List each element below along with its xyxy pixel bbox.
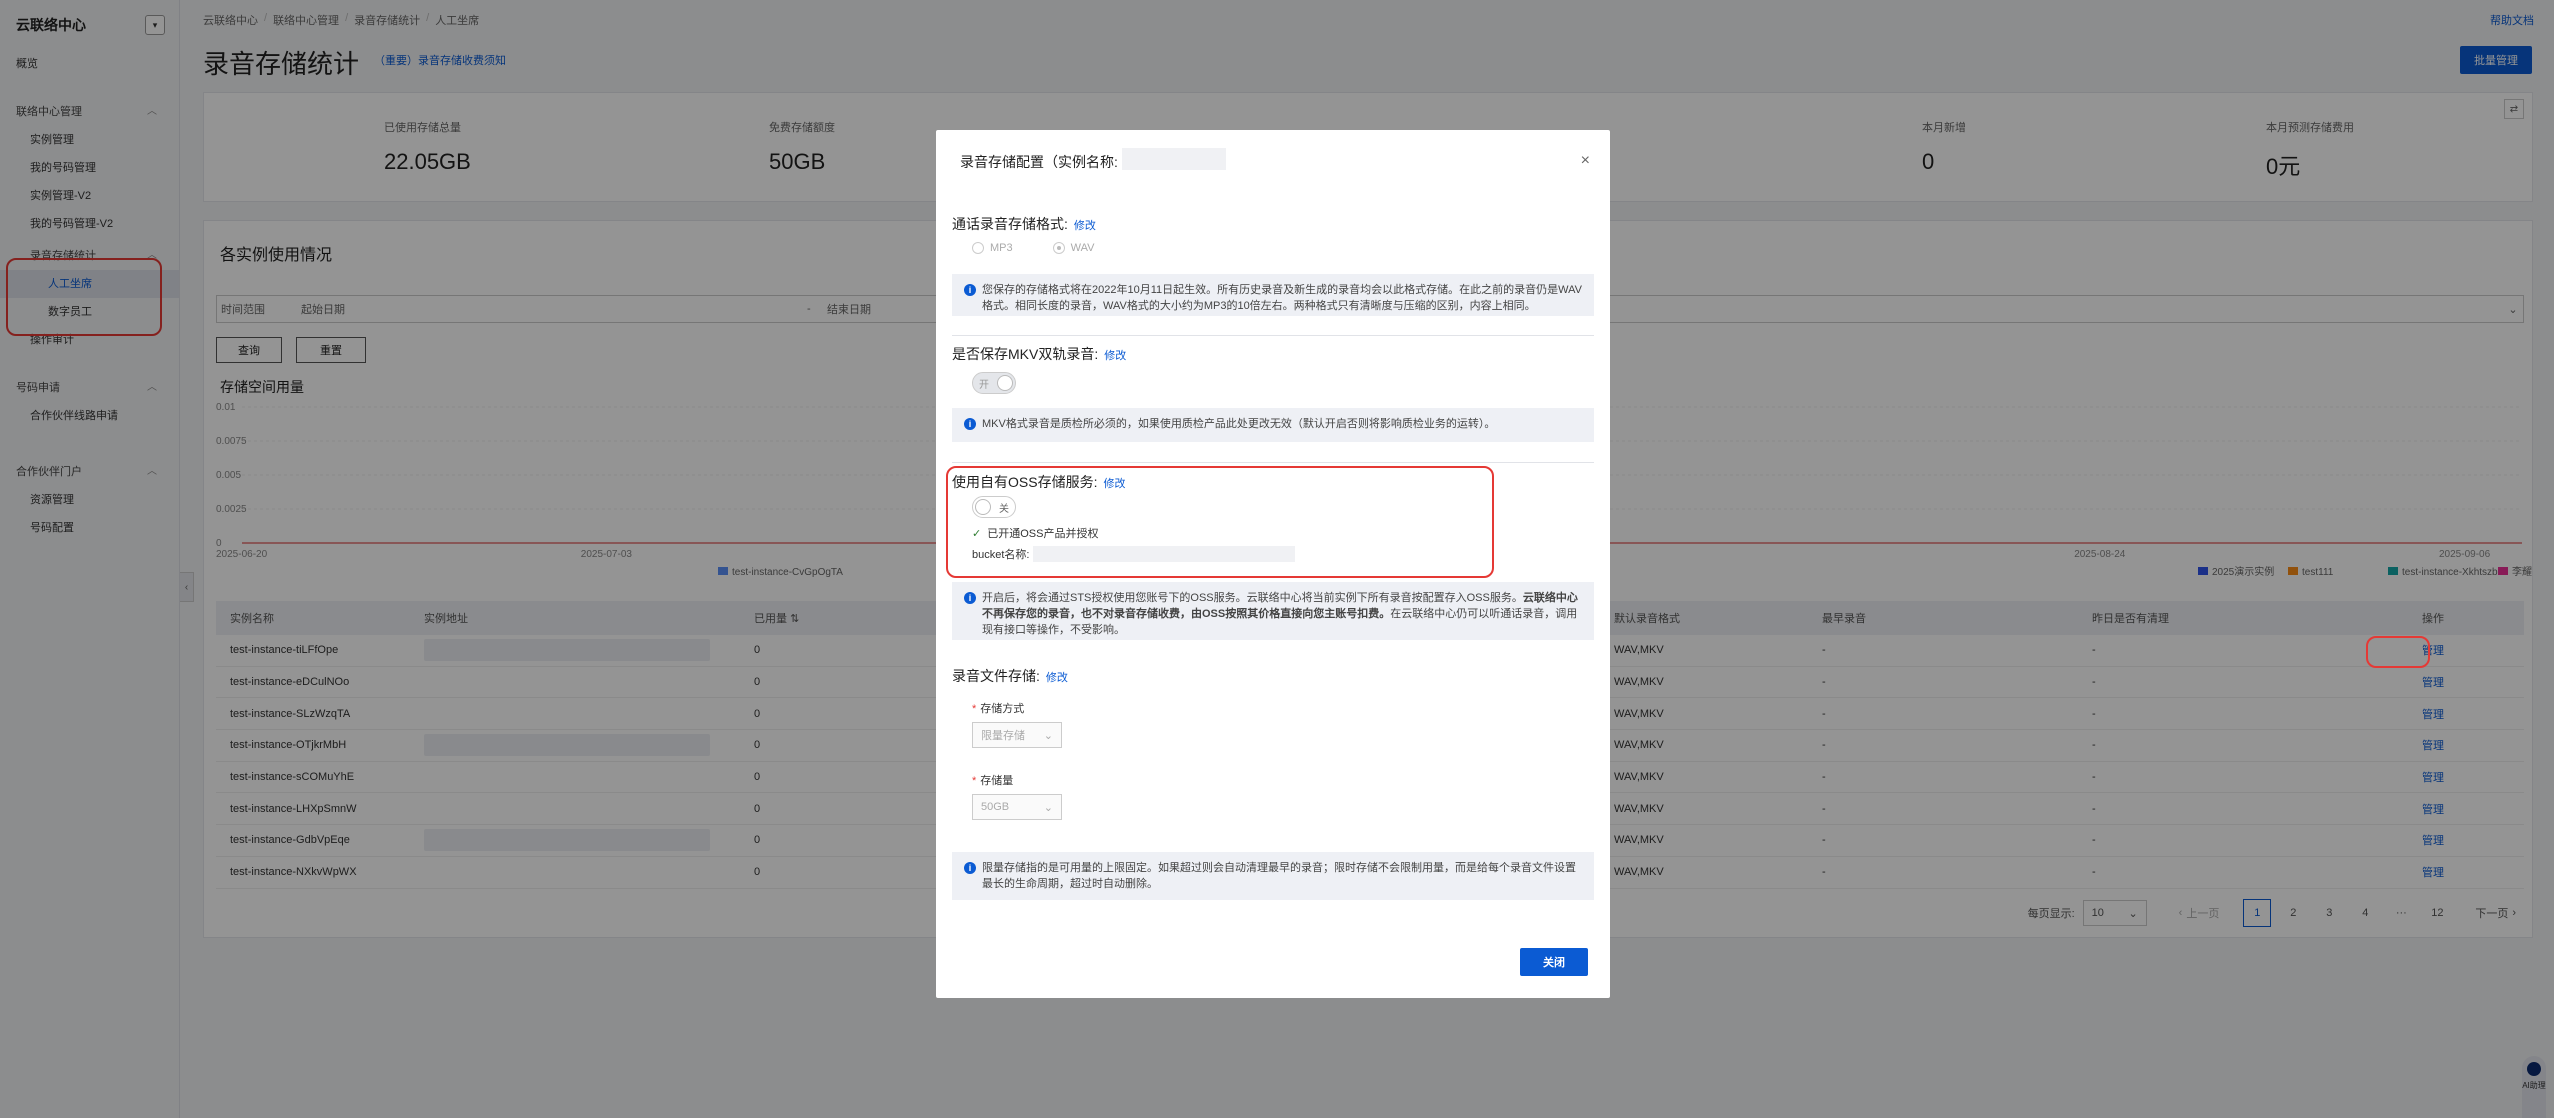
oss-info-text-1: 开启后，将会通过STS授权使用您账号下的OSS服务。云联络中心将当前实例下所有录… bbox=[982, 592, 1523, 604]
radio-wav[interactable]: WAV bbox=[1052, 242, 1095, 254]
edit-format-link[interactable]: 修改 bbox=[1074, 220, 1096, 232]
dialog-title: 录音存储配置（实例名称: bbox=[960, 154, 1118, 170]
info-icon: i bbox=[964, 418, 976, 430]
highlight-box bbox=[2366, 636, 2430, 668]
storage-method-value: 限量存储 bbox=[981, 730, 1025, 742]
format-section-label: 通话录音存储格式: bbox=[952, 216, 1068, 232]
info-icon: i bbox=[964, 862, 976, 874]
file-info-text: 限量存储指的是可用量的上限固定。如果超过则会自动清理最早的录音；限时存储不会限制… bbox=[982, 862, 1576, 890]
divider bbox=[952, 462, 1594, 463]
format-radio-group: MP3 WAV bbox=[972, 242, 1094, 254]
storage-amount-label: * 存储量 bbox=[972, 775, 1014, 787]
edit-mkv-link[interactable]: 修改 bbox=[1104, 350, 1126, 362]
radio-dot bbox=[972, 242, 984, 254]
mkv-section-heading: 是否保存MKV双轨录音: 修改 bbox=[952, 344, 1126, 364]
mkv-info-box: i MKV格式录音是质检所必须的，如果使用质检产品此处更改无效（默认开启否则将影… bbox=[952, 408, 1594, 442]
highlight-box bbox=[946, 466, 1494, 578]
toggle-knob bbox=[997, 375, 1013, 391]
toggle-label: 开 bbox=[979, 380, 989, 391]
chevron-down-icon: ⌄ bbox=[1043, 801, 1053, 814]
format-info-box: i 您保存的存储格式将在2022年10月11日起生效。所有历史录音及新生成的录音… bbox=[952, 274, 1594, 316]
oss-info-box: i 开启后，将会通过STS授权使用您账号下的OSS服务。云联络中心将当前实例下所… bbox=[952, 582, 1594, 640]
close-icon[interactable]: × bbox=[1581, 152, 1590, 170]
file-section-heading: 录音文件存储: 修改 bbox=[952, 666, 1068, 686]
info-icon: i bbox=[964, 592, 976, 604]
close-button[interactable]: 关闭 bbox=[1520, 948, 1588, 976]
storage-method-label-text: 存储方式 bbox=[980, 703, 1025, 715]
storage-amount-label-text: 存储量 bbox=[980, 775, 1014, 787]
info-icon: i bbox=[964, 284, 976, 296]
format-section-heading: 通话录音存储格式: 修改 bbox=[952, 214, 1096, 234]
radio-label: MP3 bbox=[990, 242, 1013, 254]
radio-dot bbox=[1052, 242, 1065, 254]
instance-name-redacted bbox=[1122, 148, 1226, 170]
storage-method-label: * 存储方式 bbox=[972, 703, 1025, 715]
file-section-label: 录音文件存储: bbox=[952, 668, 1040, 684]
edit-file-link[interactable]: 修改 bbox=[1046, 672, 1068, 684]
file-info-box: i 限量存储指的是可用量的上限固定。如果超过则会自动清理最早的录音；限时存储不会… bbox=[952, 852, 1594, 900]
mkv-section-label: 是否保存MKV双轨录音: bbox=[952, 346, 1099, 362]
mkv-toggle[interactable]: 开 bbox=[972, 372, 1016, 394]
storage-method-select[interactable]: 限量存储 ⌄ bbox=[972, 722, 1062, 748]
storage-amount-value: 50GB bbox=[981, 801, 1010, 813]
radio-mp3[interactable]: MP3 bbox=[972, 242, 1013, 254]
chevron-down-icon: ⌄ bbox=[1043, 729, 1053, 742]
mkv-info-text: MKV格式录音是质检所必须的，如果使用质检产品此处更改无效（默认开启否则将影响质… bbox=[982, 418, 1496, 430]
recording-storage-config-dialog: 录音存储配置（实例名称: × 通话录音存储格式: 修改 MP3 WAV i 您保存… bbox=[936, 130, 1610, 998]
storage-amount-select[interactable]: 50GB ⌄ bbox=[972, 794, 1062, 820]
format-info-text: 您保存的存储格式将在2022年10月11日起生效。所有历史录音及新生成的录音均会… bbox=[982, 284, 1582, 312]
divider bbox=[952, 335, 1594, 336]
radio-label: WAV bbox=[1070, 242, 1095, 254]
